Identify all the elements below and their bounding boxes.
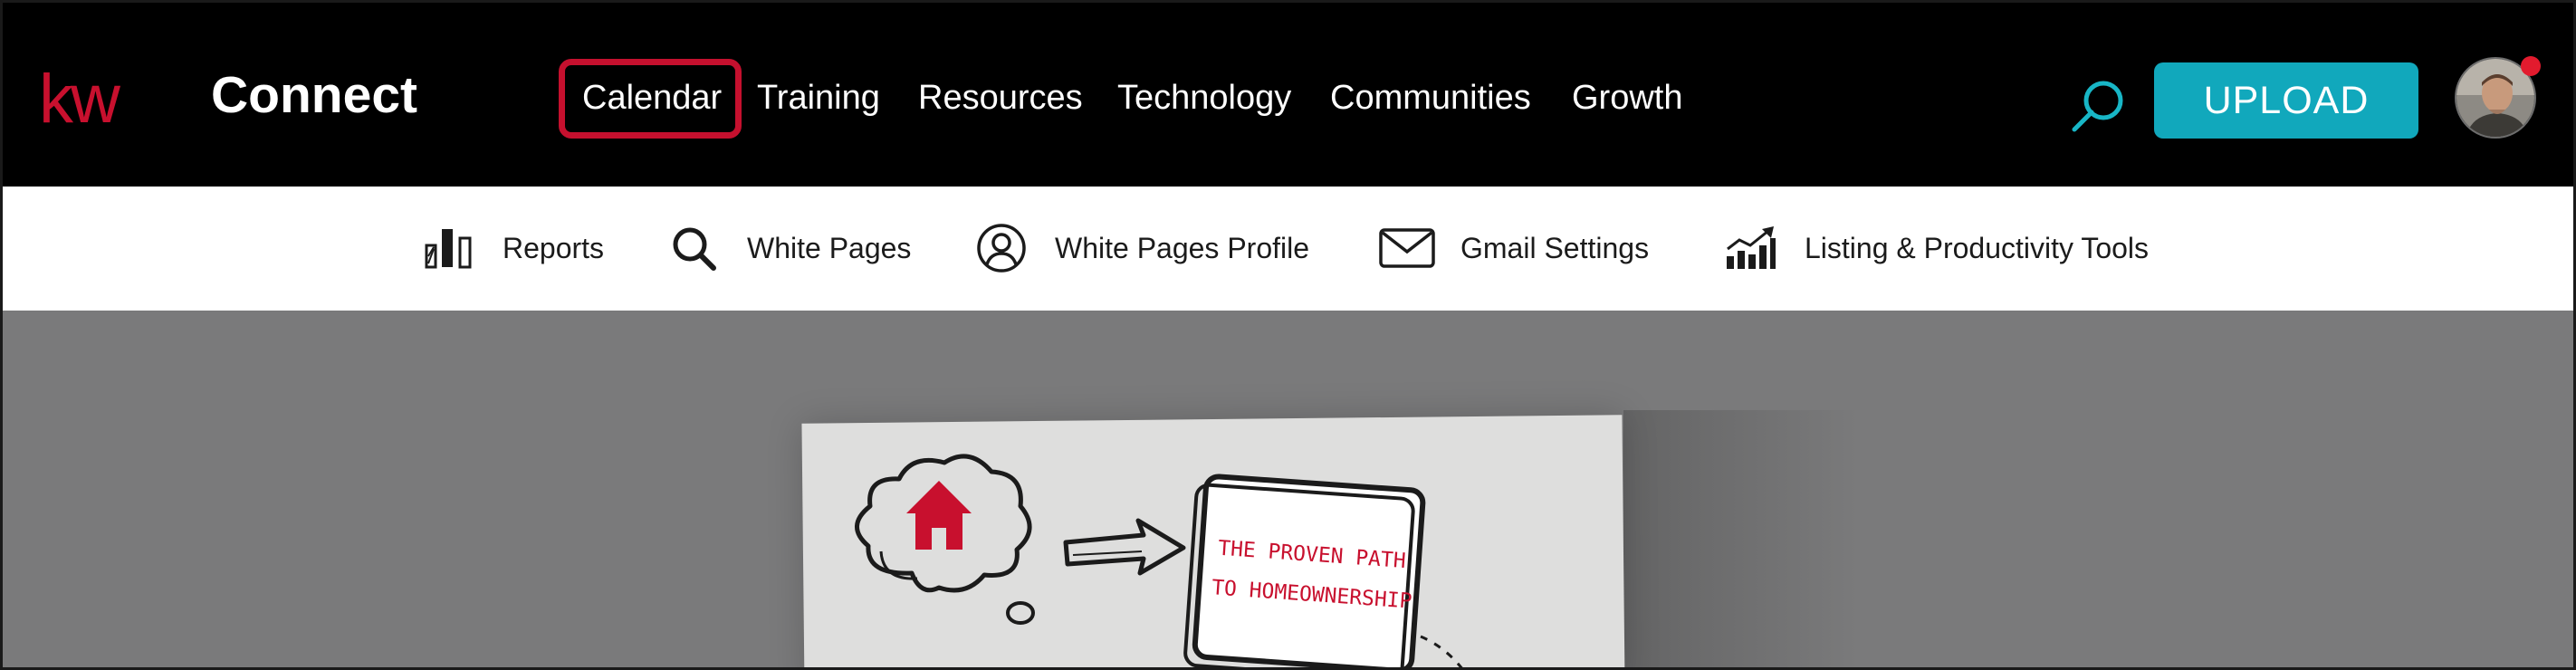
hero-illustration: THE PROVEN PATH TO HOMEOWNERSHIP xyxy=(855,454,1463,667)
subnav-listing-productivity-tools-label: Listing & Productivity Tools xyxy=(1805,231,2150,264)
nav-communities[interactable]: Communities xyxy=(1330,81,1531,115)
trending-chart-icon xyxy=(1723,223,1779,273)
svg-text:kw: kw xyxy=(39,66,121,137)
subnav-reports-label: Reports xyxy=(503,231,605,264)
hero-shadow xyxy=(1623,410,1859,667)
subnav-white-pages-label: White Pages xyxy=(747,231,912,264)
top-navigation-bar: kw Connect Calendar Training Resources T… xyxy=(3,3,2573,187)
magnifier-icon xyxy=(666,223,722,273)
hero-banner: THE PROVEN PATH TO HOMEOWNERSHIP xyxy=(3,311,2573,667)
search-icon[interactable] xyxy=(2065,75,2129,139)
subnav-gmail-settings-label: Gmail Settings xyxy=(1460,231,1650,264)
secondary-toolbar: Reports White Pages White Pages Profile xyxy=(3,187,2573,311)
subnav-listing-productivity-tools[interactable]: Listing & Productivity Tools xyxy=(1723,221,2149,275)
subnav-reports[interactable]: Reports xyxy=(421,221,604,275)
upload-button[interactable]: UPLOAD xyxy=(2154,62,2418,139)
subnav-white-pages[interactable]: White Pages xyxy=(666,221,911,275)
nav-calendar[interactable]: Calendar xyxy=(582,81,722,115)
subnav-gmail-settings[interactable]: Gmail Settings xyxy=(1379,221,1649,275)
subnav-white-pages-profile-label: White Pages Profile xyxy=(1055,231,1310,264)
user-circle-icon xyxy=(973,223,1029,273)
envelope-icon xyxy=(1379,223,1435,273)
nav-resources[interactable]: Resources xyxy=(918,81,1083,115)
reports-bar-chart-icon xyxy=(421,223,477,273)
arrow-icon xyxy=(1063,518,1186,576)
app-window: kw Connect Calendar Training Resources T… xyxy=(0,0,2576,670)
subnav-white-pages-profile[interactable]: White Pages Profile xyxy=(973,221,1309,275)
kw-logo[interactable]: kw xyxy=(39,66,140,137)
notification-dot xyxy=(2521,56,2541,76)
nav-growth[interactable]: Growth xyxy=(1572,81,1682,115)
nav-training[interactable]: Training xyxy=(757,81,880,115)
brand-name: Connect xyxy=(211,66,417,124)
sign-board: THE PROVEN PATH TO HOMEOWNERSHIP xyxy=(1183,474,1426,667)
nav-technology[interactable]: Technology xyxy=(1117,81,1291,115)
